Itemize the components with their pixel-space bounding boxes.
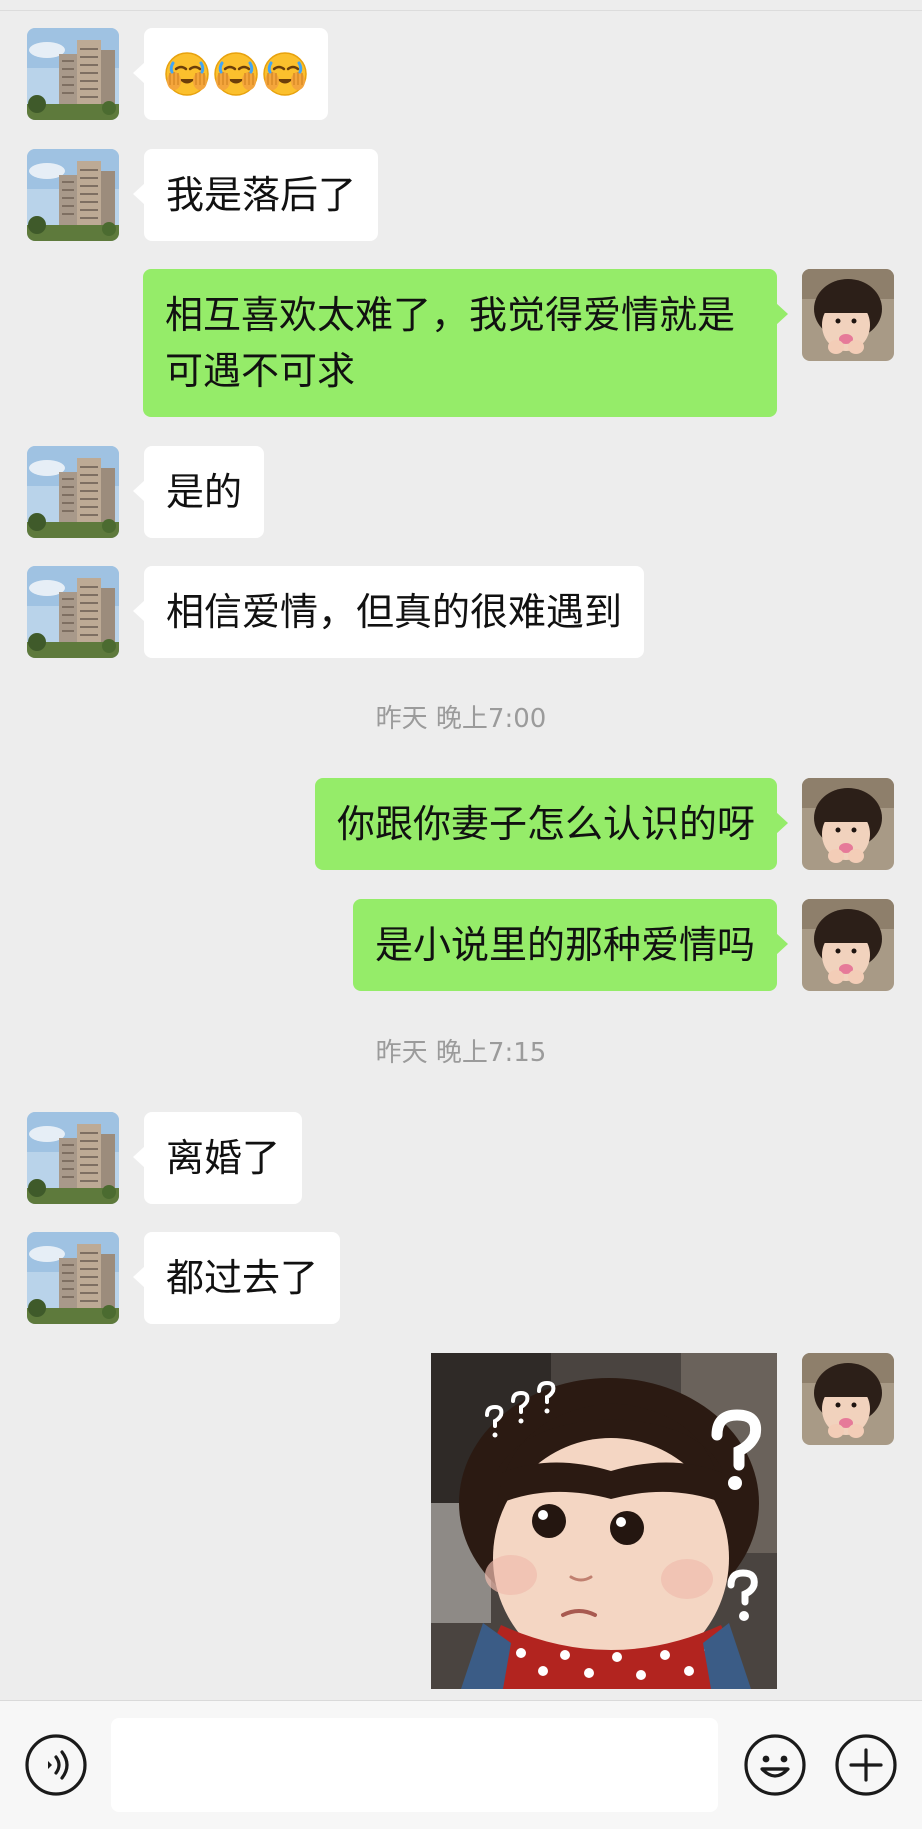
my-avatar[interactable] bbox=[802, 899, 894, 991]
timestamp: 昨天 晚上7:15 bbox=[375, 1038, 547, 1068]
girl-avatar-image bbox=[802, 778, 894, 870]
header-divider bbox=[0, 10, 922, 11]
building-avatar-image bbox=[27, 28, 119, 120]
face-in-hands-emoji bbox=[164, 51, 210, 97]
message-input[interactable] bbox=[111, 1718, 718, 1812]
outgoing-message-bubble[interactable]: 相互喜欢太难了，我觉得爱情就是可遇不可求 bbox=[143, 269, 788, 417]
girl-avatar-image bbox=[802, 269, 894, 361]
face-in-hands-emoji bbox=[262, 51, 308, 97]
emoji-button[interactable] bbox=[743, 1733, 807, 1797]
incoming-message-bubble[interactable] bbox=[133, 28, 328, 120]
building-avatar-image bbox=[27, 1232, 119, 1324]
timestamp: 昨天 晚上7:00 bbox=[375, 704, 547, 734]
building-avatar-image bbox=[27, 446, 119, 538]
emoji-icon bbox=[744, 1734, 806, 1796]
incoming-message-bubble[interactable]: 我是落后了 bbox=[132, 149, 379, 241]
contact-avatar[interactable] bbox=[27, 28, 119, 120]
building-avatar-image bbox=[27, 566, 119, 658]
building-avatar-image bbox=[27, 149, 119, 241]
input-bar bbox=[0, 1700, 922, 1829]
my-avatar[interactable] bbox=[802, 778, 894, 870]
voice-button[interactable] bbox=[24, 1733, 88, 1797]
outgoing-message-bubble[interactable]: 你跟你妻子怎么认识的呀 bbox=[314, 778, 789, 870]
chat-area[interactable]: 我是落后了 相互喜欢太难了，我觉得爱情就是可遇不可求 是的 相信爱情，但真的很难… bbox=[0, 0, 922, 1700]
incoming-message-bubble[interactable]: 都过去了 bbox=[132, 1232, 341, 1324]
confused-baby-sticker[interactable] bbox=[431, 1353, 777, 1689]
contact-avatar[interactable] bbox=[27, 1232, 119, 1324]
contact-avatar[interactable] bbox=[27, 566, 119, 658]
incoming-message-bubble[interactable]: 相信爱情，但真的很难遇到 bbox=[132, 566, 645, 658]
contact-avatar[interactable] bbox=[27, 149, 119, 241]
contact-avatar[interactable] bbox=[27, 1112, 119, 1204]
girl-avatar-image bbox=[802, 1353, 894, 1445]
sticker-image bbox=[431, 1353, 777, 1689]
more-button[interactable] bbox=[834, 1733, 898, 1797]
contact-avatar[interactable] bbox=[27, 446, 119, 538]
my-avatar[interactable] bbox=[802, 269, 894, 361]
building-avatar-image bbox=[27, 1112, 119, 1204]
incoming-message-bubble[interactable]: 是的 bbox=[132, 446, 265, 538]
voice-icon bbox=[25, 1734, 87, 1796]
incoming-message-bubble[interactable]: 离婚了 bbox=[132, 1112, 303, 1204]
my-avatar[interactable] bbox=[802, 1353, 894, 1445]
outgoing-message-bubble[interactable]: 是小说里的那种爱情吗 bbox=[352, 899, 789, 991]
girl-avatar-image bbox=[802, 899, 894, 991]
face-in-hands-emoji bbox=[213, 51, 259, 97]
plus-icon bbox=[835, 1734, 897, 1796]
